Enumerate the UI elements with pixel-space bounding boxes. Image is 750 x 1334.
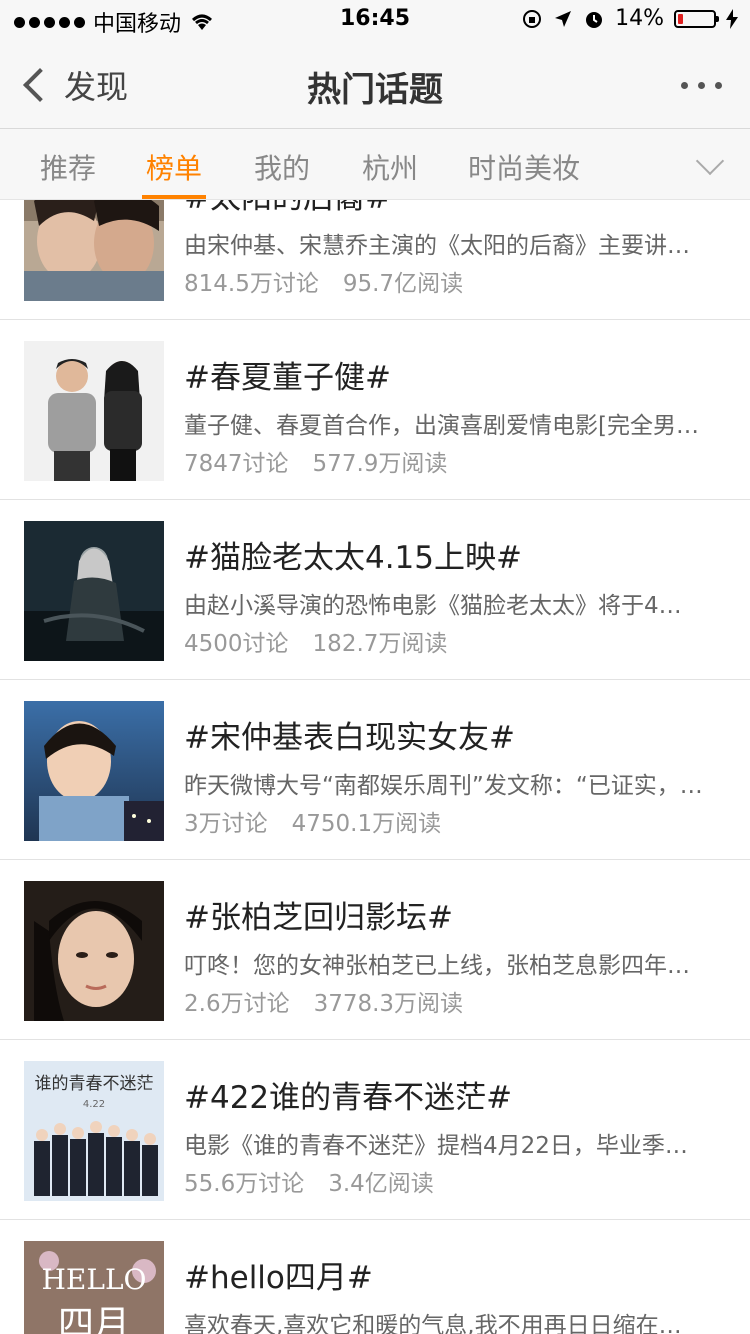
topic-thumbnail — [24, 521, 164, 661]
tab-ranking[interactable]: 榜单 — [146, 147, 202, 187]
topic-thumbnail — [24, 881, 164, 1021]
topic-title: #猫脸老太太4.15上映# — [184, 540, 522, 576]
topic-description: 由宋仲基、宋慧乔主演的《太阳的后裔》主要讲… — [184, 233, 690, 259]
topic-item[interactable]: 谁的青春不迷茫 4.22 #422谁的青春不迷茫# 电影《谁的青春不迷茫》提档4… — [0, 1040, 750, 1220]
topic-description: 电影《谁的青春不迷茫》提档4月22日，毕业季… — [184, 1133, 688, 1159]
topic-item[interactable]: #张柏芝回归影坛# 叮咚！您的女神张柏芝已上线，张柏芝息影四年… 2.6万讨论 3… — [0, 860, 750, 1040]
topic-stats: 2.6万讨论 3778.3万阅读 — [184, 984, 463, 1018]
read-count: 4750.1万阅读 — [291, 811, 442, 837]
topic-title: #hello四月# — [184, 1260, 373, 1296]
tab-hangzhou[interactable]: 杭州 — [362, 147, 418, 187]
topic-item[interactable]: #春夏董子健# 董子健、春夏首合作，出演喜剧爱情电影[完全男… 7847讨论 57… — [0, 320, 750, 500]
topic-title: #春夏董子健# — [184, 360, 391, 396]
discussion-count: 7847讨论 — [184, 451, 289, 477]
read-count: 95.7亿阅读 — [342, 271, 464, 297]
more-options-button[interactable] — [681, 82, 722, 89]
discussion-count: 4500讨论 — [184, 631, 289, 657]
topic-description: 喜欢春天,喜欢它和暖的气息,我不用再日日缩在… — [184, 1313, 682, 1334]
poster-title-text: 谁的青春不迷茫 — [35, 1074, 154, 1094]
topic-thumbnail: HELLO 四月 — [24, 1241, 164, 1334]
topic-stats: 4500讨论 182.7万阅读 — [184, 624, 447, 658]
topic-description: 叮咚！您的女神张柏芝已上线，张柏芝息影四年… — [184, 953, 690, 979]
more-dots-icon — [681, 82, 688, 89]
topic-item[interactable]: #猫脸老太太4.15上映# 由赵小溪导演的恐怖电影《猫脸老太太》将于4… 450… — [0, 500, 750, 680]
topic-thumbnail — [24, 701, 164, 841]
location-arrow-icon — [555, 10, 572, 27]
page-title: 热门话题 — [307, 70, 443, 110]
category-tabs: 推荐 榜单 我的 杭州 时尚美妆 — [0, 129, 750, 200]
topic-item[interactable]: #宋仲基表白现实女友# 昨天微博大号“南都娱乐周刊”发文称：“已证实，… 3万讨… — [0, 680, 750, 860]
topic-thumbnail: 谁的青春不迷茫 4.22 — [24, 1061, 164, 1201]
read-count: 182.7万阅读 — [312, 631, 448, 657]
topic-thumbnail — [24, 341, 164, 481]
battery-percent: 14% — [615, 6, 664, 31]
topic-stats: 3万讨论 4750.1万阅读 — [184, 804, 441, 838]
topic-title: #太阳的后裔# — [184, 200, 391, 217]
topic-stats: 814.5万讨论 95.7亿阅读 — [184, 264, 463, 298]
topic-description: 昨天微博大号“南都娱乐周刊”发文称：“已证实，… — [184, 773, 703, 799]
tab-mine[interactable]: 我的 — [254, 147, 310, 187]
tab-recommend[interactable]: 推荐 — [40, 147, 96, 187]
status-bar: 中国移动 16:45 14% — [0, 0, 750, 40]
active-tab-indicator — [142, 195, 206, 199]
topic-thumbnail — [24, 200, 164, 301]
topic-stats: 55.6万讨论 3.4亿阅读 — [184, 1164, 434, 1198]
topic-description: 由赵小溪导演的恐怖电影《猫脸老太太》将于4… — [184, 593, 682, 619]
read-count: 3778.3万阅读 — [313, 991, 464, 1017]
poster-april-text: 四月 — [58, 1304, 130, 1334]
charging-bolt-icon — [726, 8, 738, 29]
topic-title: #宋仲基表白现实女友# — [184, 720, 515, 756]
discussion-count: 55.6万讨论 — [184, 1171, 305, 1197]
chevron-down-icon[interactable] — [695, 146, 725, 176]
read-count: 577.9万阅读 — [312, 451, 448, 477]
topic-title: #张柏芝回归影坛# — [184, 900, 453, 936]
topic-title: #422谁的青春不迷茫# — [184, 1080, 513, 1116]
topic-stats: 7847讨论 577.9万阅读 — [184, 444, 447, 478]
tab-fashion-beauty[interactable]: 时尚美妆 — [468, 147, 580, 187]
alarm-icon — [586, 11, 603, 28]
read-count: 3.4亿阅读 — [328, 1171, 434, 1197]
topic-list[interactable]: #太阳的后裔# 由宋仲基、宋慧乔主演的《太阳的后裔》主要讲… 814.5万讨论 9… — [0, 200, 750, 1334]
topic-item[interactable]: HELLO 四月 #hello四月# 喜欢春天,喜欢它和暖的气息,我不用再日日缩… — [0, 1220, 750, 1334]
poster-hello-text: HELLO — [42, 1263, 147, 1296]
discussion-count: 814.5万讨论 — [184, 271, 319, 297]
battery-icon — [674, 9, 719, 28]
status-right: 14% — [521, 6, 738, 31]
discussion-count: 2.6万讨论 — [184, 991, 290, 1017]
discussion-count: 3万讨论 — [184, 811, 268, 837]
navigation-bar: 发现 热门话题 — [0, 40, 750, 129]
rotation-lock-icon — [523, 9, 542, 28]
poster-date-text: 4.22 — [83, 1099, 105, 1110]
topic-item[interactable]: #太阳的后裔# 由宋仲基、宋慧乔主演的《太阳的后裔》主要讲… 814.5万讨论 9… — [0, 200, 750, 320]
topic-description: 董子健、春夏首合作，出演喜剧爱情电影[完全男… — [184, 413, 699, 439]
